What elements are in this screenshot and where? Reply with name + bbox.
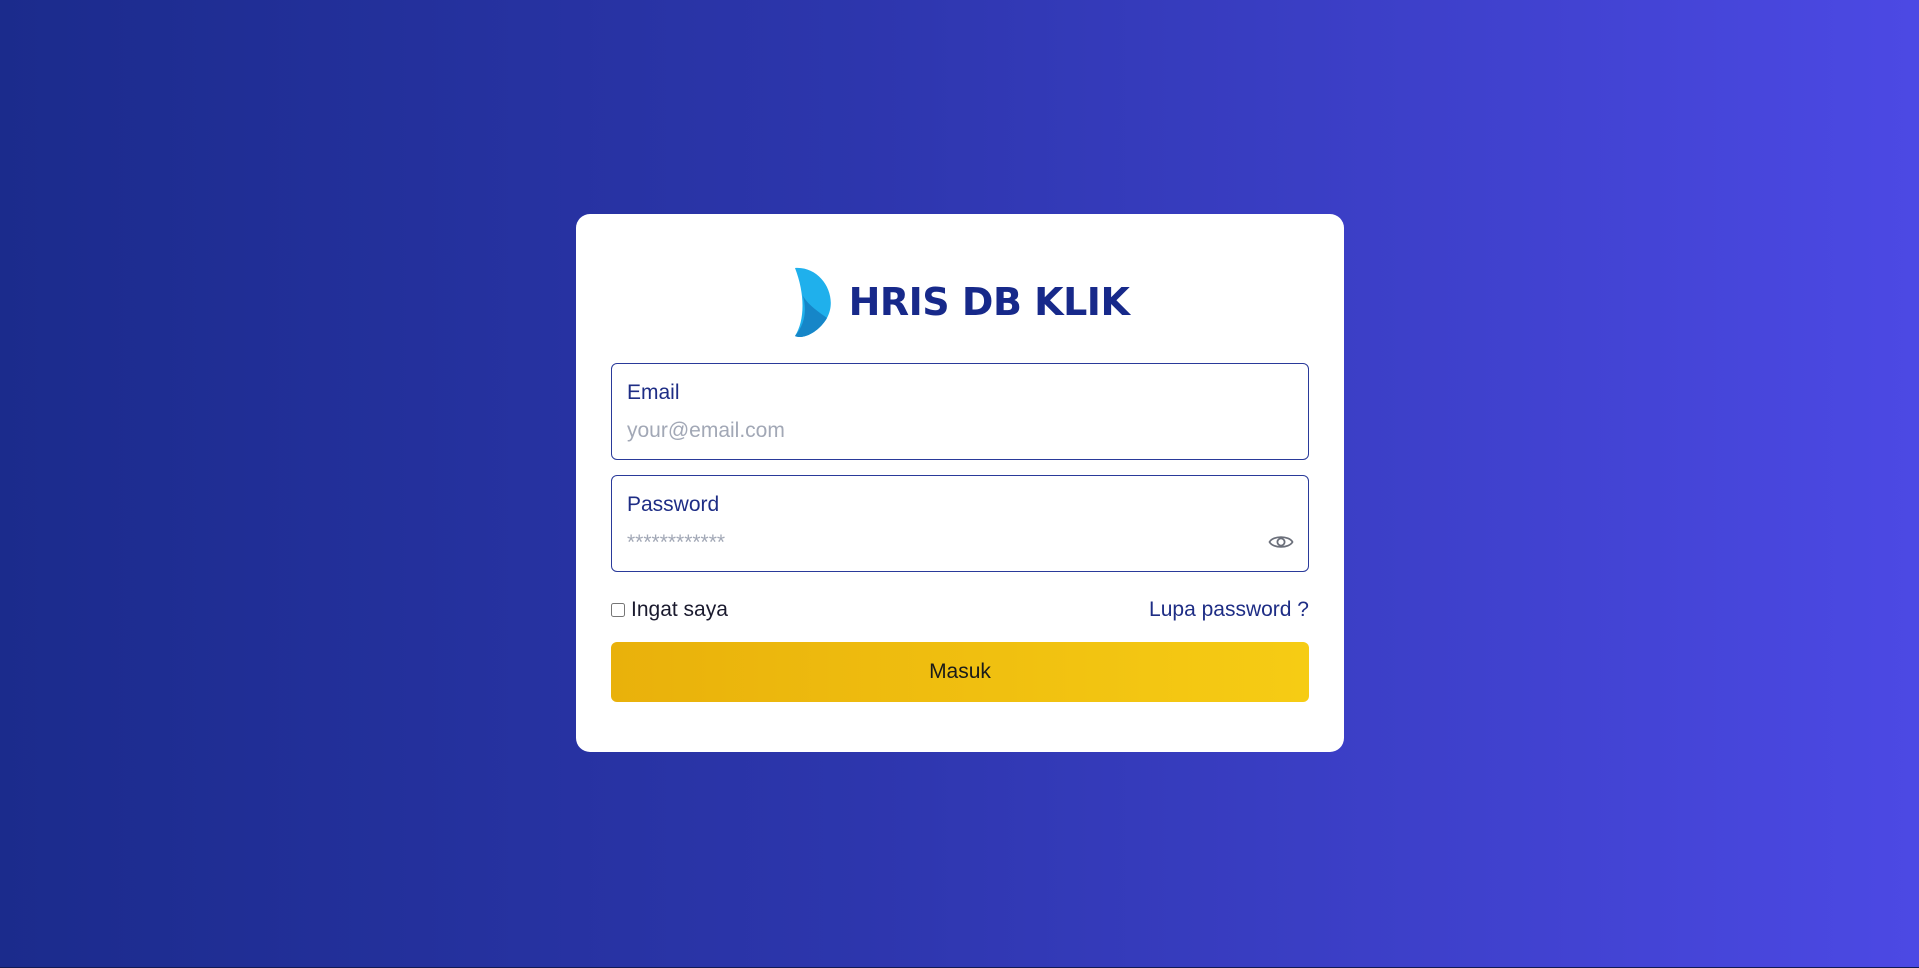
password-label: Password <box>627 493 720 516</box>
remember-label: Ingat saya <box>631 598 728 621</box>
remember-checkbox[interactable] <box>611 603 625 617</box>
forgot-password-link[interactable]: Lupa password ? <box>1149 598 1309 622</box>
email-field[interactable]: Email <box>611 363 1309 460</box>
login-button[interactable]: Masuk <box>611 642 1309 702</box>
eye-icon[interactable] <box>1268 531 1294 553</box>
brand-header: HRIS DB KLIK <box>576 266 1344 338</box>
app-name: HRIS DB KLIK <box>848 280 1130 324</box>
form-options-row: Ingat saya Lupa password ? <box>611 595 1309 625</box>
password-input[interactable] <box>627 528 1247 558</box>
leaf-logo-icon <box>794 267 831 338</box>
email-label: Email <box>627 381 680 404</box>
email-input[interactable] <box>627 416 1247 446</box>
remember-me[interactable]: Ingat saya <box>611 598 728 622</box>
password-field[interactable]: Password <box>611 475 1309 572</box>
login-card: HRIS DB KLIK Email Password Ingat saya L… <box>576 214 1344 752</box>
